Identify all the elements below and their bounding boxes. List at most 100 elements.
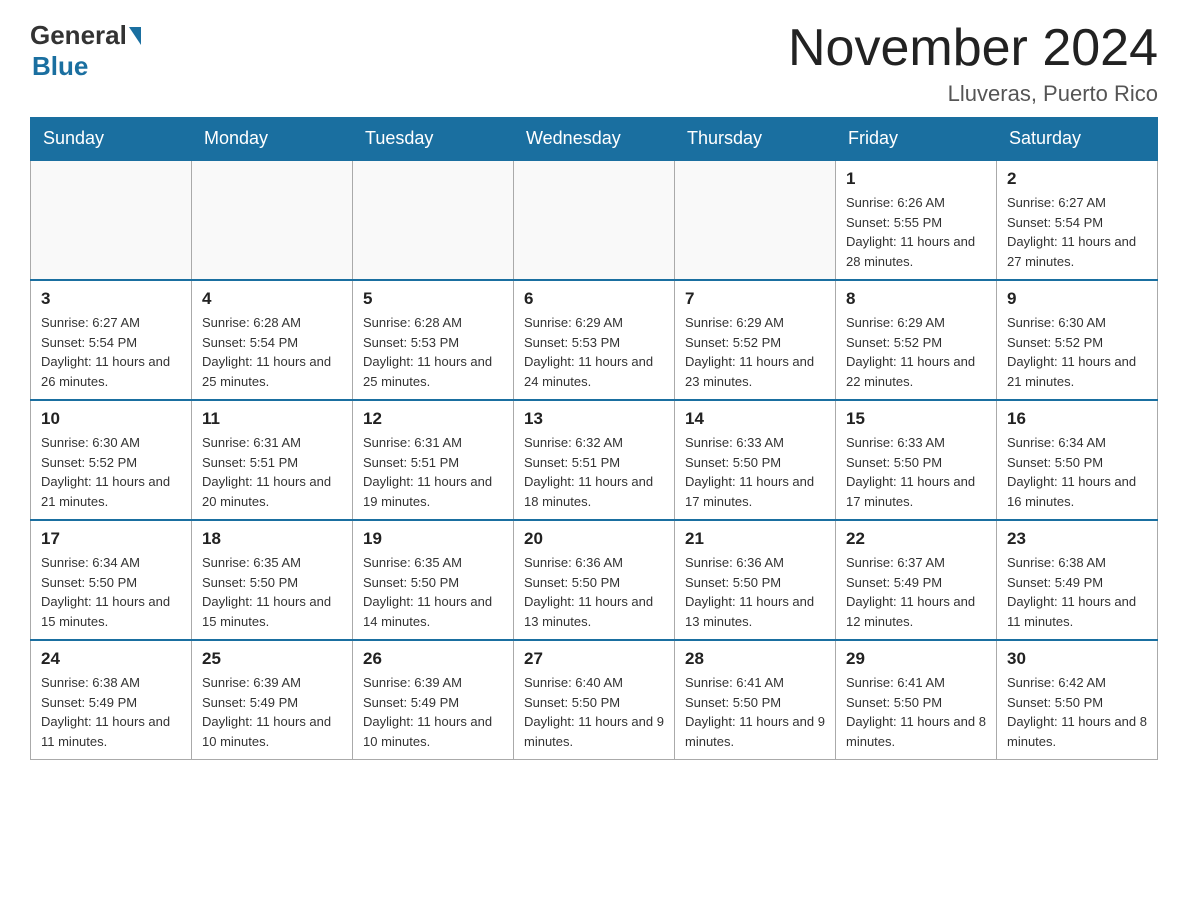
calendar-cell: 28 Sunrise: 6:41 AM Sunset: 5:50 PM Dayli… [675, 640, 836, 760]
day-info: Sunrise: 6:34 AM Sunset: 5:50 PM Dayligh… [41, 553, 181, 631]
calendar-cell [675, 160, 836, 280]
day-info: Sunrise: 6:27 AM Sunset: 5:54 PM Dayligh… [41, 313, 181, 391]
day-number: 4 [202, 289, 342, 309]
day-number: 13 [524, 409, 664, 429]
calendar-cell: 3 Sunrise: 6:27 AM Sunset: 5:54 PM Daylig… [31, 280, 192, 400]
calendar-header-sunday: Sunday [31, 118, 192, 161]
day-number: 16 [1007, 409, 1147, 429]
day-info: Sunrise: 6:29 AM Sunset: 5:53 PM Dayligh… [524, 313, 664, 391]
logo-blue-text: Blue [32, 51, 88, 82]
calendar-cell: 30Sunrise: 6:42 AM Sunset: 5:50 PM Dayli… [997, 640, 1158, 760]
day-number: 18 [202, 529, 342, 549]
calendar-header-tuesday: Tuesday [353, 118, 514, 161]
calendar-header-saturday: Saturday [997, 118, 1158, 161]
month-title: November 2024 [788, 20, 1158, 77]
calendar-cell: 10 Sunrise: 6:30 AM Sunset: 5:52 PM Dayli… [31, 400, 192, 520]
day-info: Sunrise: 6:36 AM Sunset: 5:50 PM Dayligh… [524, 553, 664, 631]
title-block: November 2024 Lluveras, Puerto Rico [788, 20, 1158, 107]
day-number: 6 [524, 289, 664, 309]
day-info: Sunrise: 6:31 AM Sunset: 5:51 PM Dayligh… [363, 433, 503, 511]
logo: General Blue [30, 20, 143, 82]
calendar-cell: 20 Sunrise: 6:36 AM Sunset: 5:50 PM Dayli… [514, 520, 675, 640]
day-info: Sunrise: 6:39 AM Sunset: 5:49 PM Dayligh… [202, 673, 342, 751]
calendar-cell: 6 Sunrise: 6:29 AM Sunset: 5:53 PM Daylig… [514, 280, 675, 400]
day-info: Sunrise: 6:41 AM Sunset: 5:50 PM Dayligh… [685, 673, 825, 751]
day-number: 15 [846, 409, 986, 429]
day-number: 17 [41, 529, 181, 549]
day-info: Sunrise: 6:41 AM Sunset: 5:50 PM Dayligh… [846, 673, 986, 751]
day-info: Sunrise: 6:33 AM Sunset: 5:50 PM Dayligh… [685, 433, 825, 511]
calendar-cell: 13 Sunrise: 6:32 AM Sunset: 5:51 PM Dayli… [514, 400, 675, 520]
day-number: 11 [202, 409, 342, 429]
calendar-cell: 27 Sunrise: 6:40 AM Sunset: 5:50 PM Dayli… [514, 640, 675, 760]
calendar-cell: 7 Sunrise: 6:29 AM Sunset: 5:52 PM Daylig… [675, 280, 836, 400]
calendar-week-row: 3 Sunrise: 6:27 AM Sunset: 5:54 PM Daylig… [31, 280, 1158, 400]
calendar-cell: 17 Sunrise: 6:34 AM Sunset: 5:50 PM Dayli… [31, 520, 192, 640]
calendar-header-wednesday: Wednesday [514, 118, 675, 161]
day-number: 24 [41, 649, 181, 669]
calendar-cell [353, 160, 514, 280]
day-info: Sunrise: 6:30 AM Sunset: 5:52 PM Dayligh… [41, 433, 181, 511]
calendar-cell: 12 Sunrise: 6:31 AM Sunset: 5:51 PM Dayli… [353, 400, 514, 520]
day-number: 8 [846, 289, 986, 309]
day-info: Sunrise: 6:29 AM Sunset: 5:52 PM Dayligh… [685, 313, 825, 391]
day-number: 19 [363, 529, 503, 549]
day-info: Sunrise: 6:38 AM Sunset: 5:49 PM Dayligh… [1007, 553, 1147, 631]
day-number: 20 [524, 529, 664, 549]
logo-general-text: General [30, 20, 127, 51]
calendar-cell: 9Sunrise: 6:30 AM Sunset: 5:52 PM Daylig… [997, 280, 1158, 400]
calendar-cell: 25 Sunrise: 6:39 AM Sunset: 5:49 PM Dayli… [192, 640, 353, 760]
day-number: 25 [202, 649, 342, 669]
calendar-week-row: 10 Sunrise: 6:30 AM Sunset: 5:52 PM Dayli… [31, 400, 1158, 520]
logo-arrow-icon [129, 27, 141, 45]
day-number: 28 [685, 649, 825, 669]
calendar-cell: 21Sunrise: 6:36 AM Sunset: 5:50 PM Dayli… [675, 520, 836, 640]
day-info: Sunrise: 6:40 AM Sunset: 5:50 PM Dayligh… [524, 673, 664, 751]
calendar-week-row: 24 Sunrise: 6:38 AM Sunset: 5:49 PM Dayli… [31, 640, 1158, 760]
calendar-cell: 16 Sunrise: 6:34 AM Sunset: 5:50 PM Dayli… [997, 400, 1158, 520]
day-info: Sunrise: 6:27 AM Sunset: 5:54 PM Dayligh… [1007, 193, 1147, 271]
calendar-header-row: SundayMondayTuesdayWednesdayThursdayFrid… [31, 118, 1158, 161]
calendar-table: SundayMondayTuesdayWednesdayThursdayFrid… [30, 117, 1158, 760]
day-info: Sunrise: 6:26 AM Sunset: 5:55 PM Dayligh… [846, 193, 986, 271]
day-info: Sunrise: 6:34 AM Sunset: 5:50 PM Dayligh… [1007, 433, 1147, 511]
calendar-cell: 2Sunrise: 6:27 AM Sunset: 5:54 PM Daylig… [997, 160, 1158, 280]
calendar-cell: 29 Sunrise: 6:41 AM Sunset: 5:50 PM Dayli… [836, 640, 997, 760]
day-number: 23 [1007, 529, 1147, 549]
day-number: 12 [363, 409, 503, 429]
day-info: Sunrise: 6:42 AM Sunset: 5:50 PM Dayligh… [1007, 673, 1147, 751]
location-title: Lluveras, Puerto Rico [788, 81, 1158, 107]
day-number: 29 [846, 649, 986, 669]
day-number: 5 [363, 289, 503, 309]
calendar-header-friday: Friday [836, 118, 997, 161]
calendar-cell: 22Sunrise: 6:37 AM Sunset: 5:49 PM Dayli… [836, 520, 997, 640]
day-info: Sunrise: 6:38 AM Sunset: 5:49 PM Dayligh… [41, 673, 181, 751]
day-info: Sunrise: 6:30 AM Sunset: 5:52 PM Dayligh… [1007, 313, 1147, 391]
day-number: 1 [846, 169, 986, 189]
day-info: Sunrise: 6:32 AM Sunset: 5:51 PM Dayligh… [524, 433, 664, 511]
day-info: Sunrise: 6:33 AM Sunset: 5:50 PM Dayligh… [846, 433, 986, 511]
calendar-cell: 26Sunrise: 6:39 AM Sunset: 5:49 PM Dayli… [353, 640, 514, 760]
page-header: General Blue November 2024 Lluveras, Pue… [30, 20, 1158, 107]
calendar-cell: 11 Sunrise: 6:31 AM Sunset: 5:51 PM Dayli… [192, 400, 353, 520]
day-number: 3 [41, 289, 181, 309]
calendar-header-monday: Monday [192, 118, 353, 161]
calendar-week-row: 17 Sunrise: 6:34 AM Sunset: 5:50 PM Dayli… [31, 520, 1158, 640]
calendar-cell: 23 Sunrise: 6:38 AM Sunset: 5:49 PM Dayli… [997, 520, 1158, 640]
calendar-cell: 24 Sunrise: 6:38 AM Sunset: 5:49 PM Dayli… [31, 640, 192, 760]
day-info: Sunrise: 6:39 AM Sunset: 5:49 PM Dayligh… [363, 673, 503, 751]
day-number: 7 [685, 289, 825, 309]
day-number: 27 [524, 649, 664, 669]
day-info: Sunrise: 6:28 AM Sunset: 5:53 PM Dayligh… [363, 313, 503, 391]
calendar-cell: 5 Sunrise: 6:28 AM Sunset: 5:53 PM Daylig… [353, 280, 514, 400]
calendar-cell: 15 Sunrise: 6:33 AM Sunset: 5:50 PM Dayli… [836, 400, 997, 520]
day-info: Sunrise: 6:36 AM Sunset: 5:50 PM Dayligh… [685, 553, 825, 631]
calendar-header-thursday: Thursday [675, 118, 836, 161]
day-info: Sunrise: 6:31 AM Sunset: 5:51 PM Dayligh… [202, 433, 342, 511]
day-number: 22 [846, 529, 986, 549]
day-info: Sunrise: 6:35 AM Sunset: 5:50 PM Dayligh… [202, 553, 342, 631]
calendar-cell: 14Sunrise: 6:33 AM Sunset: 5:50 PM Dayli… [675, 400, 836, 520]
calendar-cell: 1 Sunrise: 6:26 AM Sunset: 5:55 PM Daylig… [836, 160, 997, 280]
day-number: 10 [41, 409, 181, 429]
calendar-cell [31, 160, 192, 280]
